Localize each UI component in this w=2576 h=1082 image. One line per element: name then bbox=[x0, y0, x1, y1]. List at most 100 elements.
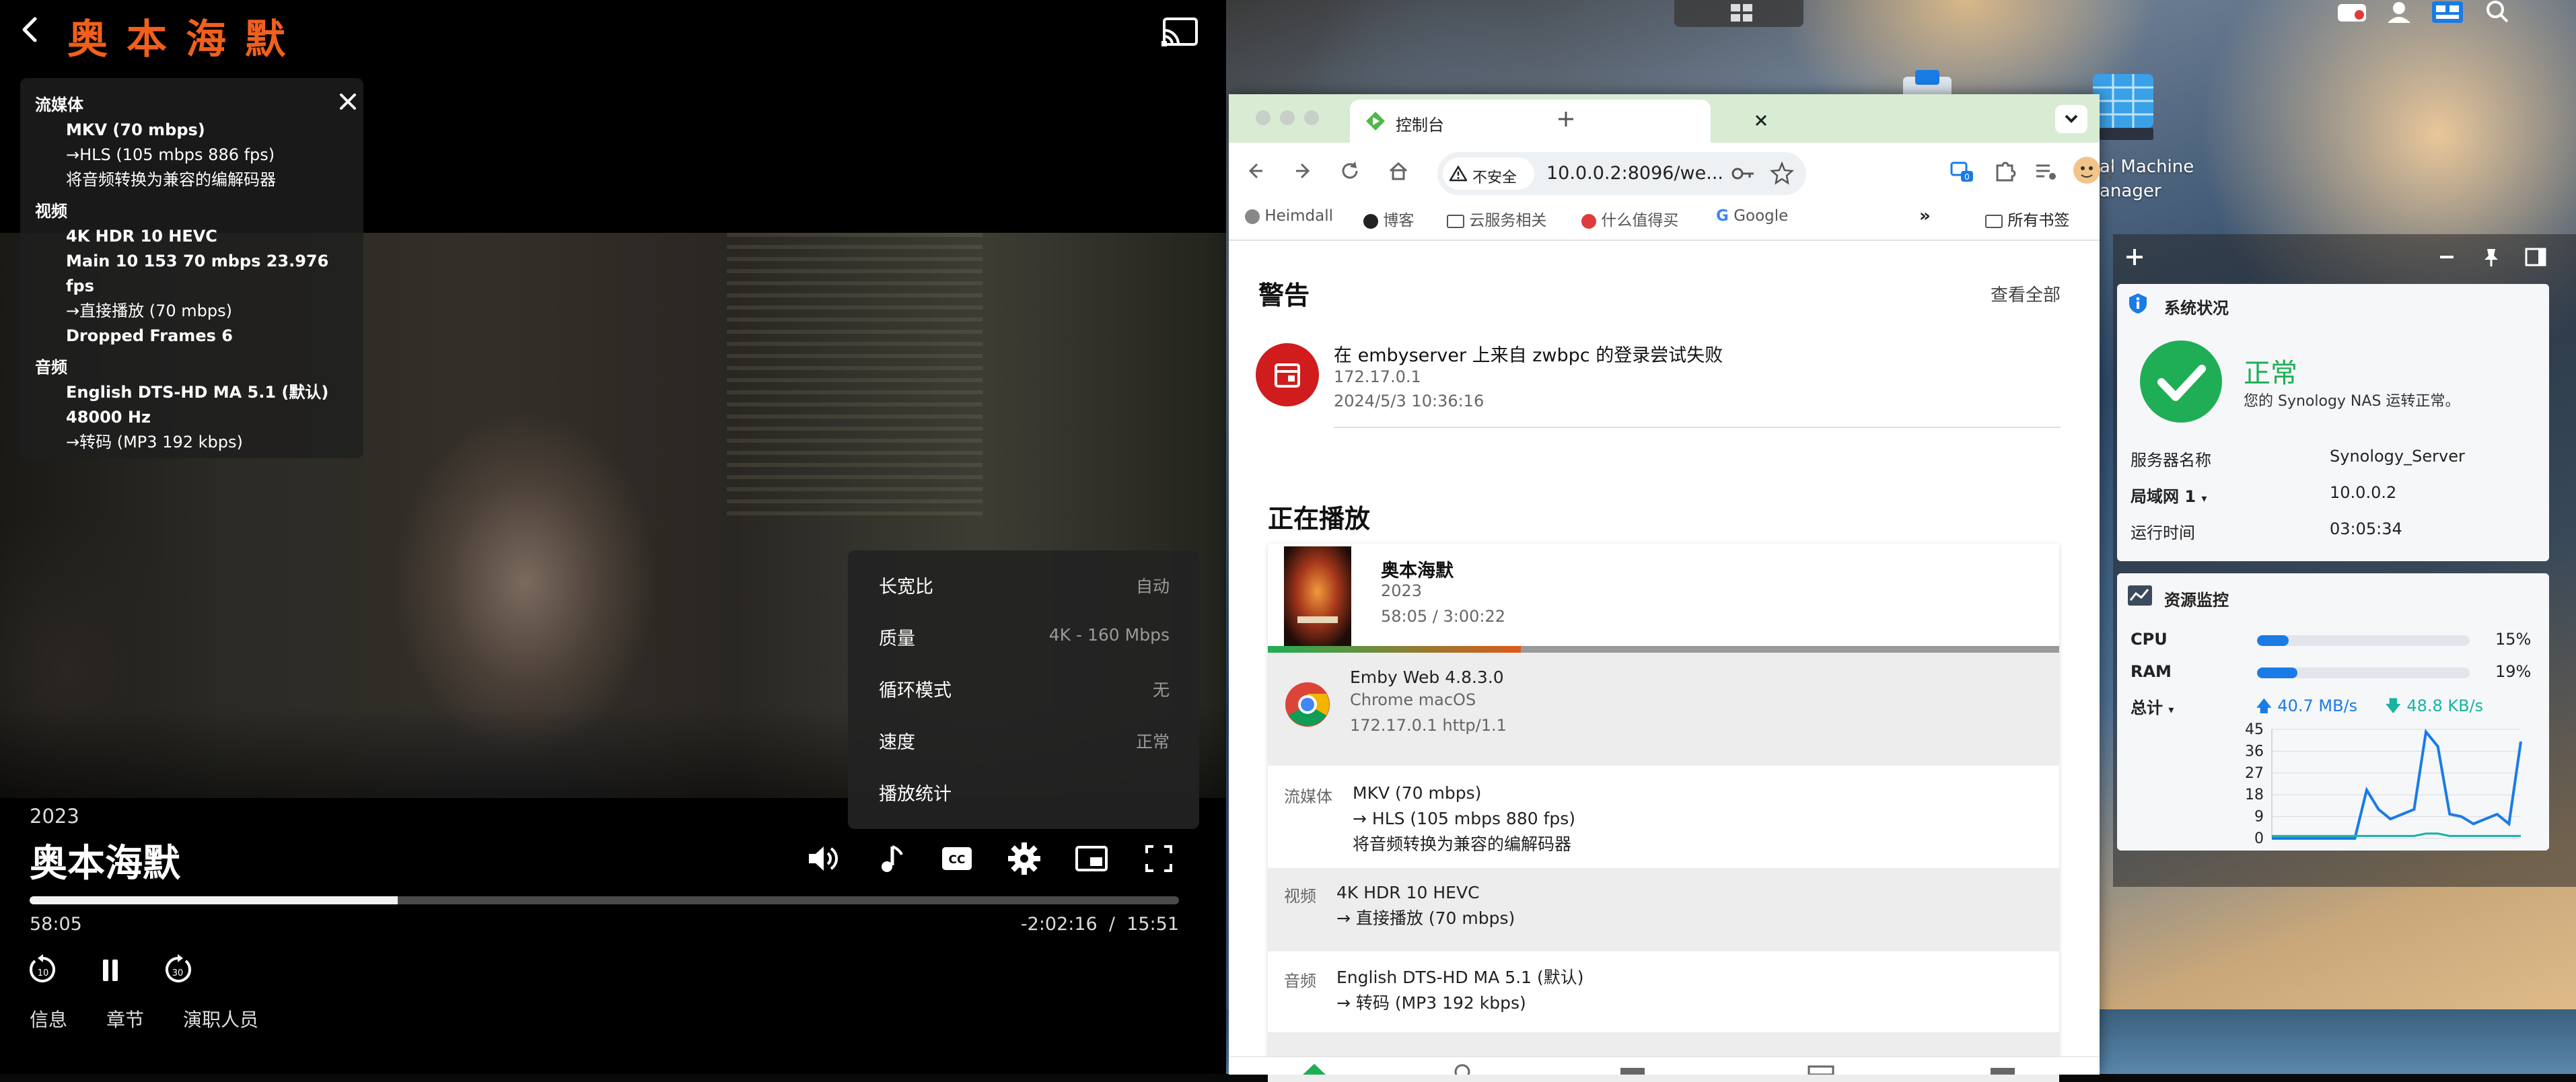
close-icon[interactable] bbox=[336, 90, 359, 113]
reload-icon[interactable] bbox=[1336, 157, 1363, 184]
bookmark-star-icon[interactable] bbox=[1770, 161, 1794, 186]
svg-text:30: 30 bbox=[172, 968, 184, 978]
np-client-section: Emby Web 4.8.3.0 Chrome macOS 172.17.0.1… bbox=[1268, 653, 2059, 766]
fullscreen-icon[interactable] bbox=[1141, 841, 1176, 876]
minimize-icon[interactable] bbox=[2435, 245, 2459, 269]
now-playing-card[interactable]: 奥本海默 2023 58:05 / 3:00:22 Emby Web 4.8.3… bbox=[1268, 544, 2059, 1082]
video-player[interactable]: 奥本海默 流媒体 MKV (70 mbps) →HLS (105 mbps 88… bbox=[0, 0, 1226, 1074]
taskbar-widget[interactable] bbox=[1674, 0, 1803, 27]
server-name-value: Synology_Server bbox=[2330, 447, 2465, 466]
ram-bar-fill bbox=[2257, 668, 2298, 678]
avatar[interactable] bbox=[2073, 156, 2101, 184]
notification-icon[interactable] bbox=[2335, 0, 2369, 27]
pin-icon[interactable] bbox=[2479, 245, 2503, 269]
np-device: Chrome macOS bbox=[1350, 690, 1476, 709]
window-zoom-button[interactable] bbox=[1304, 110, 1319, 125]
widgets-icon[interactable] bbox=[2429, 0, 2466, 27]
media-queue-icon[interactable] bbox=[2032, 157, 2059, 184]
back-arrow-icon[interactable] bbox=[16, 16, 43, 43]
window-minimize-button[interactable] bbox=[1280, 110, 1295, 125]
back-icon[interactable] bbox=[1242, 157, 1269, 184]
menu-item-quality[interactable]: 质量 4K - 160 Mbps bbox=[848, 610, 1199, 661]
browser-tab[interactable]: 控制台 bbox=[1350, 100, 1767, 143]
plus-icon[interactable] bbox=[2122, 245, 2147, 269]
bookmark-cloud-folder[interactable]: 云服务相关 bbox=[1447, 207, 1546, 230]
rewind-10-icon[interactable]: 10 bbox=[24, 951, 62, 989]
all-bookmarks[interactable]: 所有书签 bbox=[1985, 207, 2069, 230]
remaining-time: -2:02:16 / 15:51 bbox=[1021, 914, 1179, 935]
gear-icon[interactable] bbox=[1007, 841, 1042, 876]
ram-value: 19% bbox=[2495, 662, 2532, 681]
alert-text[interactable]: 在 embyserver 上来自 zwbpc 的登录尝试失败 bbox=[1334, 340, 1723, 367]
elapsed-time: 58:05 bbox=[30, 914, 82, 935]
bookmark-heimdall[interactable]: Heimdall bbox=[1245, 207, 1333, 225]
menu-item-repeat-mode[interactable]: 循环模式 无 bbox=[848, 662, 1199, 713]
wordpress-icon bbox=[1363, 213, 1378, 229]
collections-nav-icon[interactable] bbox=[1989, 1064, 2016, 1075]
menu-item-label: 质量 bbox=[879, 628, 915, 649]
view-all-link[interactable]: 查看全部 bbox=[1991, 281, 2061, 306]
home-nav-icon[interactable] bbox=[1303, 1064, 1326, 1075]
svg-text:10: 10 bbox=[38, 968, 49, 978]
total-label: 总计 bbox=[2131, 698, 2163, 717]
new-tab-plus-icon[interactable] bbox=[1554, 108, 1577, 131]
movie-poster[interactable] bbox=[1284, 546, 1351, 647]
download-rate-value: 48.8 KB/s bbox=[2406, 696, 2484, 715]
menu-item-playback-stats[interactable]: 播放统计 bbox=[848, 766, 1199, 817]
address-bar[interactable]: 不安全 10.0.0.2:8096/we... bbox=[1437, 152, 1806, 195]
tv-nav-icon[interactable] bbox=[1808, 1064, 1834, 1075]
stats-audio-line: →转码 (MP3 192 kbps) bbox=[66, 433, 243, 452]
window-close-button[interactable] bbox=[1256, 110, 1271, 125]
volume-icon[interactable] bbox=[805, 841, 840, 876]
end-time: 15:51 bbox=[1126, 914, 1179, 935]
sidebar-toggle-icon[interactable] bbox=[2524, 245, 2548, 269]
extensions-puzzle-icon[interactable] bbox=[1991, 157, 2017, 184]
cpu-bar bbox=[2257, 635, 2470, 646]
pause-icon[interactable] bbox=[92, 951, 129, 989]
more-vertical-icon[interactable] bbox=[2104, 157, 2117, 184]
chevron-more-icon[interactable]: » bbox=[1919, 206, 1931, 226]
menu-item-speed[interactable]: 速度 正常 bbox=[848, 714, 1199, 765]
tab-info[interactable]: 信息 bbox=[30, 1005, 67, 1032]
bookmark-google[interactable]: G Google bbox=[1716, 207, 1788, 225]
forward-30-icon[interactable]: 30 bbox=[159, 951, 196, 989]
warning-icon bbox=[1450, 166, 1467, 182]
system-status-desc: 您的 Synology NAS 运转正常。 bbox=[2244, 393, 2460, 410]
search-nav-icon[interactable] bbox=[1451, 1062, 1474, 1075]
menu-item-aspect-ratio[interactable]: 长宽比 自动 bbox=[848, 558, 1199, 610]
chevron-down-icon bbox=[2065, 114, 2078, 123]
forward-icon[interactable] bbox=[1289, 157, 1316, 184]
np-audio-line: → 转码 (MP3 192 kbps) bbox=[1336, 993, 1526, 1013]
picture-in-picture-icon[interactable] bbox=[1074, 841, 1109, 876]
user-icon[interactable] bbox=[2382, 0, 2416, 27]
total-dropdown[interactable]: 总计 ▾ bbox=[2131, 694, 2174, 718]
divider bbox=[1334, 427, 2061, 428]
key-icon[interactable] bbox=[1729, 163, 1756, 184]
bookmark-blog[interactable]: 博客 bbox=[1363, 207, 1414, 230]
calendar-alert-icon bbox=[1256, 343, 1319, 406]
stats-stream-line: MKV (70 mbps) bbox=[66, 120, 205, 139]
stats-video-line: Dropped Frames 6 bbox=[66, 326, 233, 345]
search-icon[interactable] bbox=[2480, 0, 2514, 27]
extension-sync-icon[interactable]: 0 bbox=[1947, 157, 1974, 184]
audio-track-icon[interactable] bbox=[872, 841, 907, 876]
movies-nav-icon[interactable] bbox=[1619, 1064, 1646, 1075]
tab-search-button[interactable] bbox=[2055, 105, 2087, 133]
bookmark-smzdm[interactable]: 什么值得买 bbox=[1581, 207, 1678, 230]
tab-chapters[interactable]: 章节 bbox=[106, 1005, 144, 1032]
chart-series-upload bbox=[2272, 728, 2522, 840]
tab-cast[interactable]: 演职人员 bbox=[183, 1005, 258, 1032]
cast-icon[interactable] bbox=[1161, 16, 1199, 48]
np-progress bbox=[1268, 646, 2059, 653]
seek-bar[interactable] bbox=[30, 896, 1179, 904]
bottom-nav bbox=[1229, 1056, 2100, 1075]
chevron-down-icon: ▾ bbox=[2201, 492, 2207, 505]
home-icon[interactable] bbox=[1385, 157, 1412, 184]
tab-close-icon[interactable] bbox=[1751, 110, 1771, 131]
security-chip[interactable]: 不安全 bbox=[1443, 157, 1534, 190]
lan-label[interactable]: 局域网 1 ▾ bbox=[2131, 483, 2207, 507]
chart-y-tick: 45 bbox=[2245, 723, 2264, 738]
alert-ip: 172.17.0.1 bbox=[1334, 367, 1421, 386]
subtitles-icon[interactable]: CC bbox=[939, 841, 974, 876]
grid-icon bbox=[1731, 4, 1752, 22]
